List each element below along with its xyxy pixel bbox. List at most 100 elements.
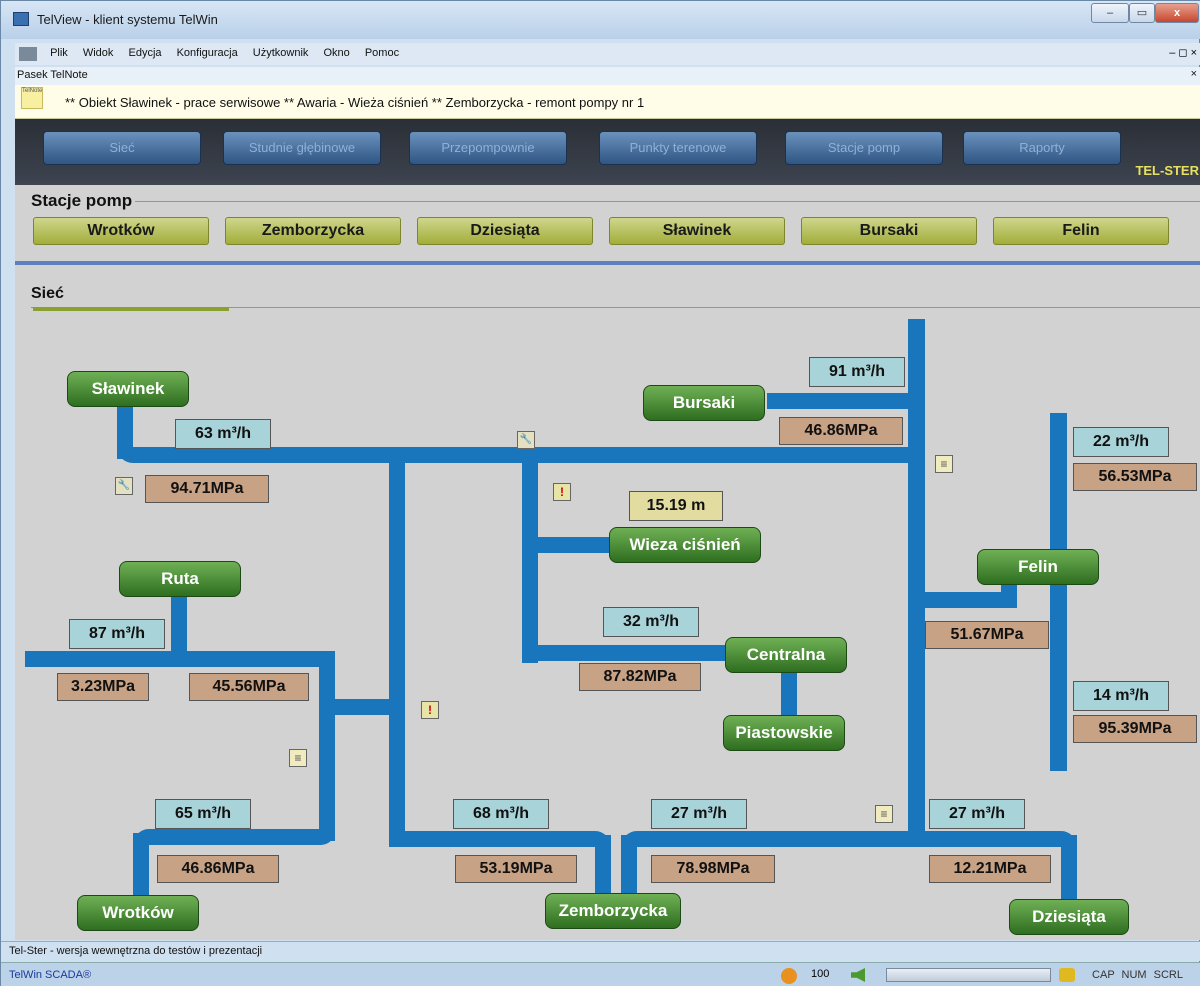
pipe-wrotkow (133, 829, 335, 845)
network-underline (33, 307, 229, 311)
flow-bursaki: 91 m³/h (809, 357, 905, 387)
mute-icon[interactable] (781, 968, 797, 984)
pipe-zemb-left-down (595, 835, 611, 899)
tab-punkty[interactable]: Punkty terenowe (599, 131, 757, 165)
station-slawinek-button[interactable]: Sławinek (609, 217, 785, 245)
pipe-zemb-right (621, 831, 1077, 847)
mdi-controls[interactable]: – ◻ × (1169, 46, 1197, 59)
telnote-bar-title: Pasek TelNote (17, 69, 88, 81)
node-felin[interactable]: Felin (977, 549, 1099, 585)
maximize-button[interactable]: ▭ (1129, 3, 1155, 23)
node-dziesiata[interactable]: Dziesiąta (1009, 899, 1129, 935)
menu-pomoc[interactable]: Pomoc (359, 43, 405, 63)
menu-uzytkownik[interactable]: Użytkownik (247, 43, 315, 63)
pressure-centralna: 87.82MPa (579, 663, 701, 691)
pipe-main-trunk (117, 447, 925, 463)
flow-felin-top: 22 m³/h (1073, 427, 1169, 457)
station-zemborzycka-button[interactable]: Zemborzycka (225, 217, 401, 245)
node-wieza[interactable]: Wieza ciśnień (609, 527, 761, 563)
flow-zemb-left: 68 m³/h (453, 799, 549, 829)
flow-wrotkow: 65 m³/h (155, 799, 251, 829)
station-wrotkow-button[interactable]: Wrotków (33, 217, 209, 245)
flow-slawinek: 63 m³/h (175, 419, 271, 449)
alert-icon[interactable]: ! (421, 701, 439, 719)
tab-przepompownie[interactable]: Przepompownie (409, 131, 567, 165)
pressure-slawinek: 94.71MPa (145, 475, 269, 503)
menu-widok[interactable]: Widok (77, 43, 120, 63)
alert-icon[interactable]: ! (553, 483, 571, 501)
close-button[interactable]: x (1155, 3, 1199, 23)
telnote-close-icon[interactable]: × (1191, 68, 1197, 80)
station-dziesiata-button[interactable]: Dziesiąta (417, 217, 593, 245)
pipe-piastowskie (781, 671, 797, 719)
pipe-zemb-left (389, 831, 611, 847)
pressure-ruta-right: 45.56MPa (189, 673, 309, 701)
num-lock-indicator: NUM (1121, 969, 1147, 981)
document-icon[interactable]: ≡ (935, 455, 953, 473)
scroll-lock-indicator: SCRL (1153, 969, 1183, 981)
pipe-ruta (171, 597, 187, 657)
wrench-icon[interactable]: 🔧 (115, 477, 133, 495)
pipe-west (25, 651, 335, 667)
telnote-icon-label: TelNote (22, 88, 43, 94)
pressure-felin-mid: 51.67MPa (925, 621, 1049, 649)
speaker-icon[interactable] (851, 968, 865, 982)
flow-centralna: 32 m³/h (603, 607, 699, 637)
volume-value: 100 (811, 968, 830, 980)
pipe-west-down (319, 651, 335, 841)
menu-plik[interactable]: Plik (44, 43, 74, 63)
tab-stacje[interactable]: Stacje pomp (785, 131, 943, 165)
ticker-text: ** Obiekt Sławinek - prace serwisowe ** … (65, 95, 645, 110)
main-nav: Sieć Studnie głębinowe Przepompownie Pun… (15, 119, 1200, 185)
pipe-zemb-right-down (621, 835, 637, 899)
node-ruta[interactable]: Ruta (119, 561, 241, 597)
tab-raporty[interactable]: Raporty (963, 131, 1121, 165)
pressure-felin-top: 56.53MPa (1073, 463, 1197, 491)
document-icon[interactable]: ≡ (875, 805, 893, 823)
window-title: TelView - klient systemu TelWin (37, 12, 218, 27)
pressure-wrotkow: 46.86MPa (157, 855, 279, 883)
info-text: Tel-Ster - wersja wewnętrzna do testów i… (9, 945, 263, 957)
flow-ruta: 87 m³/h (69, 619, 165, 649)
progress-bar (886, 968, 1051, 982)
station-bursaki-button[interactable]: Bursaki (801, 217, 977, 245)
telnote-ticker: TelNote ** Obiekt Sławinek - prace serwi… (15, 85, 1200, 119)
network-title: Sieć (31, 285, 64, 302)
tab-siec[interactable]: Sieć (43, 131, 201, 165)
pipe-wrotkow-down (133, 833, 149, 895)
telnote-icon[interactable]: TelNote (21, 87, 43, 109)
caps-lock-indicator: CAP (1092, 969, 1115, 981)
pipe-vertical-center (389, 463, 405, 847)
node-slawinek[interactable]: Sławinek (67, 371, 189, 407)
pressure-dziesiata: 12.21MPa (929, 855, 1051, 883)
users-icon[interactable] (1059, 968, 1075, 982)
pipe-bursaki (767, 393, 917, 409)
tab-studnie[interactable]: Studnie głębinowe (223, 131, 381, 165)
pressure-zemb-right: 78.98MPa (651, 855, 775, 883)
flow-felin-bottom: 14 m³/h (1073, 681, 1169, 711)
menu-bar: Plik Widok Edycja Konfiguracja Użytkowni… (15, 43, 1200, 65)
pipe-wieza-branch (522, 463, 538, 663)
title-bar: TelView - klient systemu TelWin – ▭ x (1, 1, 1200, 39)
pressure-bursaki: 46.86MPa (779, 417, 903, 445)
node-bursaki[interactable]: Bursaki (643, 385, 765, 421)
app-menu-icon[interactable] (19, 47, 37, 61)
pressure-zemb-left: 53.19MPa (455, 855, 577, 883)
level-wieza: 15.19 m (629, 491, 723, 521)
menu-edycja[interactable]: Edycja (122, 43, 167, 63)
station-felin-button[interactable]: Felin (993, 217, 1169, 245)
menu-konfiguracja[interactable]: Konfiguracja (171, 43, 244, 63)
app-icon (13, 12, 29, 26)
keyboard-locks: CAP NUM SCRL (1088, 969, 1183, 981)
node-centralna[interactable]: Centralna (725, 637, 847, 673)
document-icon[interactable]: ≡ (289, 749, 307, 767)
menu-okno[interactable]: Okno (317, 43, 355, 63)
wrench-icon[interactable]: 🔧 (517, 431, 535, 449)
node-piastowskie[interactable]: Piastowskie (723, 715, 845, 751)
pipe-dziesiata-down (1061, 835, 1077, 905)
brand-logo: TEL-STER (1135, 163, 1199, 178)
minimize-button[interactable]: – (1091, 3, 1129, 23)
node-zemborzycka[interactable]: Zemborzycka (545, 893, 681, 929)
app-window: TelView - klient systemu TelWin – ▭ x Pl… (0, 0, 1200, 986)
node-wrotkow[interactable]: Wrotków (77, 895, 199, 931)
